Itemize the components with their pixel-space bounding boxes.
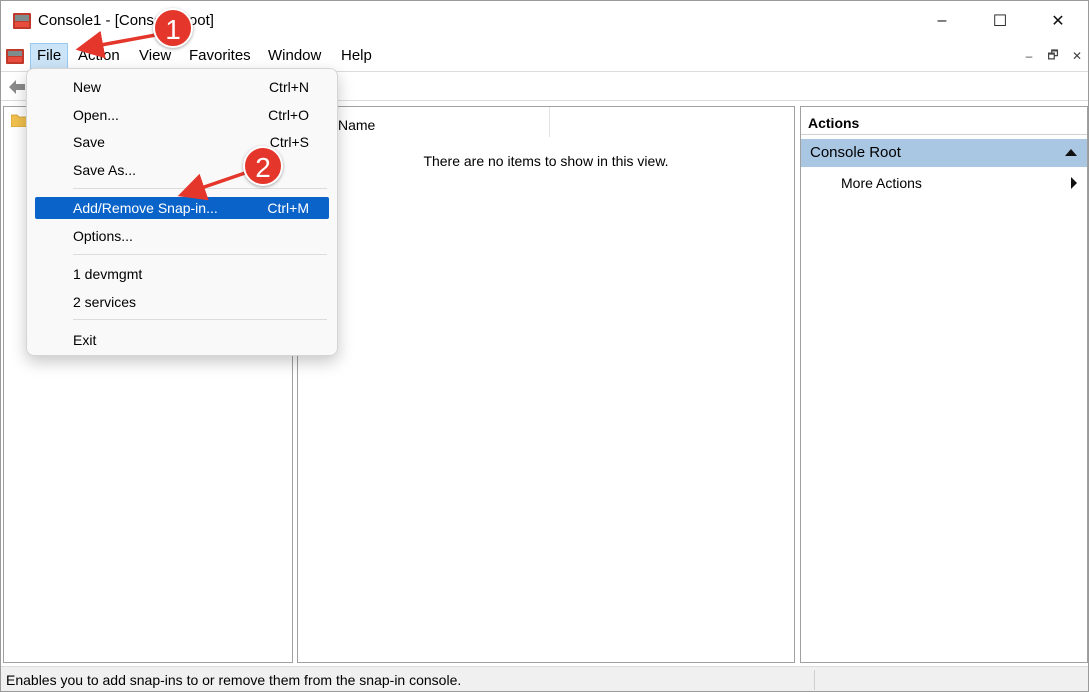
menu-separator — [73, 319, 327, 320]
menu-item-add-remove-snap-in[interactable]: Add/Remove Snap-in... Ctrl+M — [35, 197, 329, 219]
status-bar: Enables you to add snap-ins to or remove… — [1, 666, 1088, 691]
console-icon[interactable] — [5, 46, 25, 66]
mmc-window: Console1 - [Console Root] – ☐ ✕ File Act… — [0, 0, 1089, 692]
status-text: Enables you to add snap-ins to or remove… — [6, 672, 462, 688]
actions-title: Actions — [801, 107, 1087, 135]
menu-item-shortcut: Ctrl+O — [268, 107, 309, 123]
collapse-up-icon[interactable] — [1065, 149, 1077, 156]
column-header[interactable]: Name — [298, 107, 794, 141]
menu-item-recent-services[interactable]: 2 services — [35, 291, 329, 313]
column-separator[interactable] — [549, 107, 550, 137]
actions-pane: Actions Console Root More Actions — [800, 106, 1088, 663]
menu-window[interactable]: Window — [262, 43, 327, 69]
menu-item-label: Save As... — [73, 162, 137, 178]
menu-item-shortcut: Ctrl+M — [267, 200, 309, 216]
name-column-header[interactable]: Name — [338, 117, 375, 133]
menu-item-label: 1 devmgmt — [73, 266, 143, 282]
menu-item-open[interactable]: Open... Ctrl+O — [35, 104, 329, 126]
annotation-badge-1: 1 — [153, 8, 193, 48]
submenu-arrow-icon — [1071, 177, 1077, 189]
menu-item-save[interactable]: Save Ctrl+S — [35, 131, 329, 153]
more-actions-item[interactable]: More Actions — [801, 169, 1087, 197]
annotation-badge-2: 2 — [243, 146, 283, 186]
menu-item-label: 2 services — [73, 294, 137, 310]
menu-item-label: Save — [73, 134, 105, 150]
menu-separator — [73, 254, 327, 255]
actions-group-label: Console Root — [810, 144, 901, 161]
actions-group-console-root[interactable]: Console Root — [801, 139, 1087, 167]
mdi-close-button[interactable]: ✕ — [1066, 45, 1088, 67]
menu-item-exit[interactable]: Exit — [35, 329, 329, 351]
menu-help[interactable]: Help — [335, 43, 378, 69]
mmc-app-icon — [13, 13, 31, 29]
empty-view-message: There are no items to show in this view. — [423, 153, 669, 169]
menu-item-recent-devmgmt[interactable]: 1 devmgmt — [35, 263, 329, 285]
file-menu-dropdown: New Ctrl+N Open... Ctrl+O Save Ctrl+S Sa… — [26, 68, 338, 356]
menu-item-label: New — [73, 79, 102, 95]
menu-item-save-as[interactable]: Save As... — [35, 159, 329, 181]
status-separator — [814, 670, 815, 690]
more-actions-label: More Actions — [841, 175, 922, 191]
menu-item-label: Options... — [73, 228, 133, 244]
mdi-restore-button[interactable]: 🗗 — [1042, 45, 1064, 67]
minimize-button[interactable]: – — [913, 1, 971, 41]
mdi-minimize-button[interactable]: – — [1018, 45, 1040, 67]
menu-favorites[interactable]: Favorites — [183, 43, 257, 69]
results-pane[interactable]: Name There are no items to show in this … — [297, 106, 795, 663]
menu-file[interactable]: File — [30, 43, 69, 69]
back-arrow-icon[interactable] — [7, 77, 27, 97]
menu-separator — [73, 188, 327, 189]
maximize-button[interactable]: ☐ — [971, 1, 1029, 41]
menu-item-label: Open... — [73, 107, 119, 123]
menu-item-options[interactable]: Options... — [35, 225, 329, 247]
menu-item-label: Exit — [73, 332, 97, 348]
menu-item-new[interactable]: New Ctrl+N — [35, 76, 329, 98]
menu-item-shortcut: Ctrl+N — [268, 79, 309, 95]
menu-action[interactable]: Action — [72, 43, 126, 69]
menu-bar: File Action View Favorites Window Help –… — [1, 43, 1088, 69]
close-button[interactable]: ✕ — [1029, 1, 1087, 41]
menu-item-label: Add/Remove Snap-in... — [73, 200, 218, 216]
